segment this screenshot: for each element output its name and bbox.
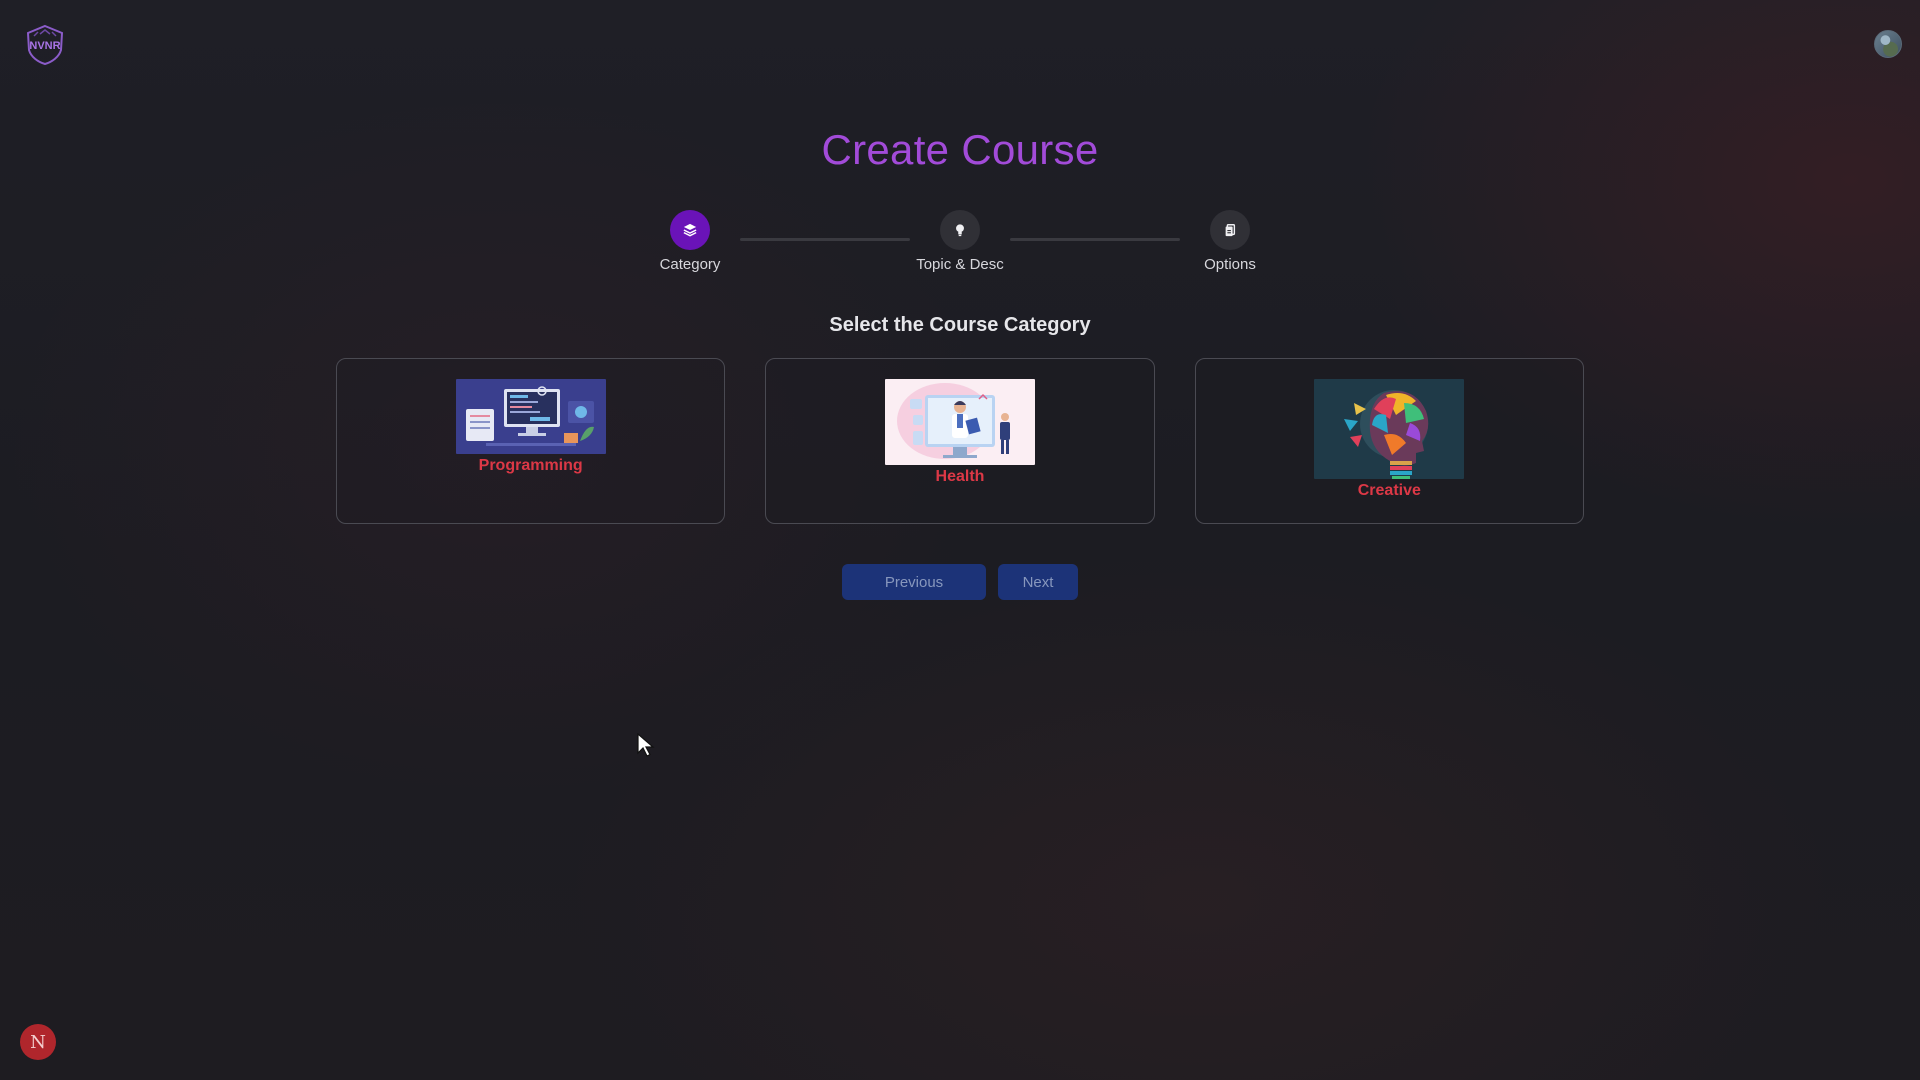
programming-illustration [455, 379, 606, 454]
stepper: Category Topic & Desc Options [0, 0, 1920, 280]
section-title: Select the Course Category [829, 314, 1091, 336]
category-card-creative[interactable]: Creative [1194, 358, 1584, 524]
category-label-programming: Programming [478, 457, 583, 474]
step-topic-desc[interactable]: Topic & Desc [880, 210, 1040, 273]
step-category[interactable]: Category [610, 210, 770, 273]
health-illustration [884, 379, 1035, 465]
layers-icon [670, 210, 710, 250]
next-button[interactable]: Next [998, 564, 1078, 600]
step-options[interactable]: Options [1150, 210, 1310, 273]
category-label-creative: Creative [1357, 482, 1421, 499]
wizard-nav: Previous Next [0, 564, 1920, 600]
step-label-topic: Topic & Desc [916, 256, 1004, 273]
mouse-cursor-icon [637, 733, 655, 757]
category-card-programming[interactable]: Programming [336, 358, 726, 524]
n-badge[interactable]: N [20, 1024, 56, 1060]
category-label-health: Health [935, 468, 985, 485]
step-label-category: Category [659, 256, 721, 273]
step-label-options: Options [1204, 256, 1256, 273]
category-card-health[interactable]: Health [765, 358, 1155, 524]
clipboard-icon [1210, 210, 1250, 250]
creative-head-illustration [1314, 379, 1465, 479]
lightbulb-icon [940, 210, 980, 250]
previous-button[interactable]: Previous [842, 564, 986, 600]
category-cards: Programming Health Creative [336, 358, 1584, 524]
